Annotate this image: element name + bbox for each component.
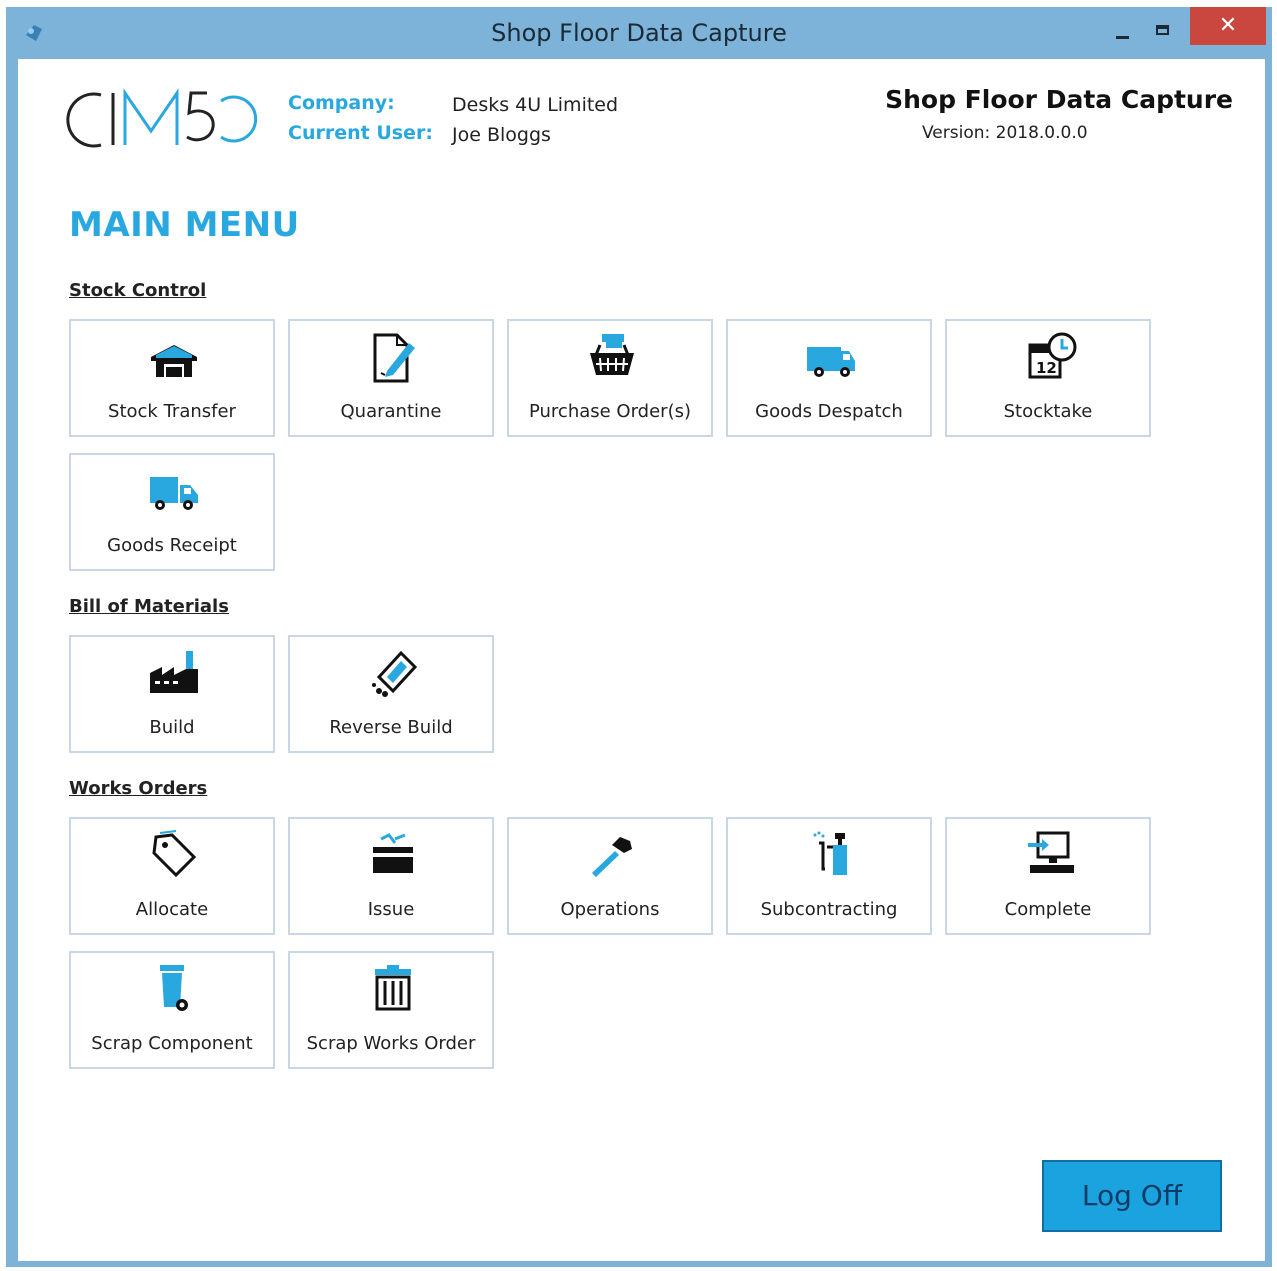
computer-icon xyxy=(1028,831,1074,873)
current-user-label: Current User: xyxy=(288,122,433,144)
van-icon xyxy=(807,347,855,377)
tile-build[interactable]: Build xyxy=(69,635,275,753)
tile-purchase-orders[interactable]: Purchase Order(s) xyxy=(507,319,713,437)
tile-label: Quarantine xyxy=(340,401,442,422)
window-title: Shop Floor Data Capture xyxy=(491,19,787,47)
tile-goods-despatch[interactable]: Goods Despatch xyxy=(726,319,932,437)
tile-label: Build xyxy=(149,717,195,738)
shopping-basket-icon xyxy=(590,334,634,375)
title-bar[interactable]: Shop Floor Data Capture ✕ xyxy=(6,7,1272,59)
app-name-heading: Shop Floor Data Capture xyxy=(885,85,1233,114)
tile-allocate[interactable]: Allocate xyxy=(69,817,275,935)
tile-label: Scrap Works Order xyxy=(306,1033,476,1054)
spray-bottle-icon xyxy=(813,831,847,875)
section-works-orders: Works Orders xyxy=(69,778,208,799)
section-bill-of-materials: Bill of Materials xyxy=(69,596,229,617)
truck-icon xyxy=(150,477,198,510)
tile-stock-transfer[interactable]: Stock Transfer xyxy=(69,319,275,437)
maximize-button[interactable] xyxy=(1146,15,1180,45)
tile-label: Complete xyxy=(1004,899,1092,920)
tile-quarantine[interactable]: Quarantine xyxy=(288,319,494,437)
factory-icon xyxy=(150,651,198,693)
tray-icon xyxy=(373,833,413,873)
tile-scrap-works-order[interactable]: Scrap Works Order xyxy=(288,951,494,1069)
document-edit-icon xyxy=(373,333,415,383)
version-text: Version: 2018.0.0.0 xyxy=(922,123,1088,143)
tile-reverse-build[interactable]: Reverse Build xyxy=(288,635,494,753)
minimize-button[interactable] xyxy=(1106,15,1140,45)
tile-issue[interactable]: Issue xyxy=(288,817,494,935)
tag-icon xyxy=(152,830,197,878)
hammer-icon xyxy=(592,837,632,877)
tile-label: Stocktake xyxy=(1003,401,1093,422)
trash-can-icon xyxy=(375,965,411,1011)
tile-scrap-component[interactable]: Scrap Component xyxy=(69,951,275,1069)
tile-label: Operations xyxy=(560,899,660,920)
reverse-build-icon xyxy=(372,650,418,697)
tile-label: Issue xyxy=(367,899,415,920)
calendar-clock-icon: 12 xyxy=(1028,332,1077,379)
tile-label: Subcontracting xyxy=(760,899,898,920)
warehouse-icon xyxy=(151,345,197,377)
main-menu-title: MAIN MENU xyxy=(69,205,300,245)
wheelie-bin-icon xyxy=(160,965,188,1011)
tile-goods-receipt[interactable]: Goods Receipt xyxy=(69,453,275,571)
log-off-button[interactable]: Log Off xyxy=(1042,1160,1222,1232)
svg-text:12: 12 xyxy=(1036,359,1057,377)
tile-label: Goods Despatch xyxy=(755,401,903,422)
current-user-value: Joe Bloggs xyxy=(452,124,551,146)
tile-complete[interactable]: Complete xyxy=(945,817,1151,935)
app-window: Shop Floor Data Capture ✕ Company: Desks… xyxy=(6,7,1272,1267)
tile-label: Purchase Order(s) xyxy=(528,401,692,422)
tile-label: Scrap Component xyxy=(91,1033,253,1054)
tile-operations[interactable]: Operations xyxy=(507,817,713,935)
close-button[interactable]: ✕ xyxy=(1190,7,1266,45)
tile-label: Allocate xyxy=(135,899,209,920)
section-stock-control: Stock Control xyxy=(69,280,207,301)
tile-stocktake[interactable]: 12 Stocktake xyxy=(945,319,1151,437)
tile-label: Goods Receipt xyxy=(107,535,237,556)
cim50-logo xyxy=(66,88,258,148)
tile-label: Stock Transfer xyxy=(108,401,236,422)
main-panel: Company: Desks 4U Limited Current User: … xyxy=(18,59,1265,1261)
company-label: Company: xyxy=(288,92,395,114)
tile-subcontracting[interactable]: Subcontracting xyxy=(726,817,932,935)
company-value: Desks 4U Limited xyxy=(452,94,619,116)
tile-label: Reverse Build xyxy=(329,717,453,738)
